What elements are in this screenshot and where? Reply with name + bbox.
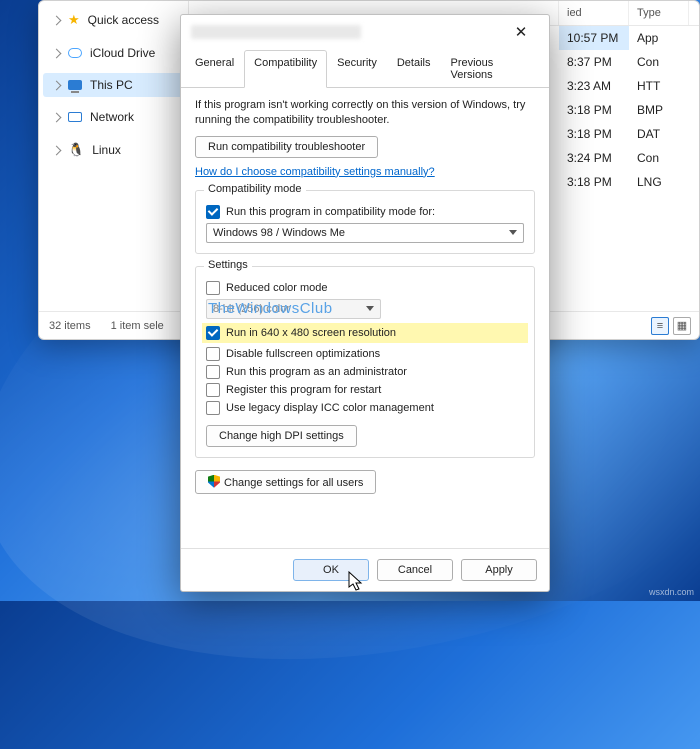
dialog-titlebar[interactable]: ✕ bbox=[181, 15, 549, 49]
chevron-right-icon bbox=[52, 145, 62, 155]
file-time: 3:18 PM bbox=[559, 170, 629, 194]
view-grid-icon[interactable]: ▦ bbox=[673, 317, 691, 335]
tab-compatibility[interactable]: Compatibility bbox=[244, 50, 327, 88]
run-troubleshooter-button[interactable]: Run compatibility troubleshooter bbox=[195, 136, 378, 158]
file-time: 8:37 PM bbox=[559, 50, 629, 74]
tab-previous-versions[interactable]: Previous Versions bbox=[440, 50, 545, 88]
chevron-right-icon bbox=[52, 112, 62, 122]
file-type: LNG bbox=[629, 170, 689, 194]
site-credit: wsxdn.com bbox=[649, 587, 694, 597]
star-icon: ★ bbox=[68, 12, 80, 28]
cancel-button[interactable]: Cancel bbox=[377, 559, 453, 581]
sidebar-item-linux[interactable]: 🐧 Linux bbox=[39, 137, 188, 163]
sidebar-item-quick-access[interactable]: ★ Quick access bbox=[39, 7, 188, 33]
compat-mode-value: Windows 98 / Windows Me bbox=[213, 227, 345, 239]
file-type: HTT bbox=[629, 74, 689, 98]
explorer-sidebar: ★ Quick access iCloud Drive This PC Netw… bbox=[39, 1, 189, 291]
file-type: App bbox=[629, 26, 689, 50]
reduced-color-checkbox[interactable] bbox=[206, 281, 220, 295]
col-date[interactable]: ied bbox=[559, 1, 629, 25]
chevron-down-icon bbox=[366, 306, 374, 311]
file-type: Con bbox=[629, 50, 689, 74]
properties-dialog: ✕ General Compatibility Security Details… bbox=[180, 14, 550, 592]
pc-icon bbox=[68, 80, 82, 90]
tab-general[interactable]: General bbox=[185, 50, 244, 88]
run-admin-checkbox[interactable] bbox=[206, 365, 220, 379]
run-640-checkbox[interactable] bbox=[206, 326, 220, 340]
chevron-down-icon bbox=[509, 230, 517, 235]
file-type: DAT bbox=[629, 122, 689, 146]
status-item-count: 32 items bbox=[49, 320, 91, 332]
compatibility-mode-group: Compatibility mode Run this program in c… bbox=[195, 190, 535, 254]
status-selection: 1 item sele bbox=[111, 320, 164, 332]
group-title: Compatibility mode bbox=[204, 183, 306, 195]
chevron-right-icon bbox=[52, 80, 62, 90]
file-time: 3:23 AM bbox=[559, 74, 629, 98]
legacy-icc-label: Use legacy display ICC color management bbox=[226, 402, 434, 414]
network-icon bbox=[68, 112, 82, 122]
all-users-label: Change settings for all users bbox=[224, 477, 363, 489]
cloud-icon bbox=[68, 48, 82, 58]
dialog-button-row: OK Cancel Apply bbox=[181, 548, 549, 591]
disable-fullscreen-label: Disable fullscreen optimizations bbox=[226, 348, 380, 360]
legacy-icc-checkbox[interactable] bbox=[206, 401, 220, 415]
col-type[interactable]: Type bbox=[629, 1, 689, 25]
sidebar-item-this-pc[interactable]: This PC bbox=[43, 73, 184, 97]
color-mode-select: 8-bit (256) color bbox=[206, 299, 381, 319]
file-type: Con bbox=[629, 146, 689, 170]
close-button[interactable]: ✕ bbox=[503, 18, 539, 46]
settings-group: Settings Reduced color mode 8-bit (256) … bbox=[195, 266, 535, 458]
register-restart-checkbox[interactable] bbox=[206, 383, 220, 397]
dialog-title-blurred bbox=[191, 25, 361, 39]
chevron-right-icon bbox=[52, 15, 62, 25]
compat-mode-label: Run this program in compatibility mode f… bbox=[226, 206, 435, 218]
manual-settings-link[interactable]: How do I choose compatibility settings m… bbox=[195, 166, 435, 178]
reduced-color-label: Reduced color mode bbox=[226, 282, 328, 294]
sidebar-item-icloud[interactable]: iCloud Drive bbox=[39, 41, 188, 65]
run-640-row-highlighted: Run in 640 x 480 screen resolution bbox=[202, 323, 528, 343]
group-title: Settings bbox=[204, 259, 252, 271]
compat-mode-select[interactable]: Windows 98 / Windows Me bbox=[206, 223, 524, 243]
file-type: BMP bbox=[629, 98, 689, 122]
linux-icon: 🐧 bbox=[68, 142, 84, 158]
change-all-users-button[interactable]: Change settings for all users bbox=[195, 470, 376, 494]
dialog-tabs: General Compatibility Security Details P… bbox=[181, 49, 549, 88]
sidebar-label: Linux bbox=[92, 143, 121, 157]
change-dpi-button[interactable]: Change high DPI settings bbox=[206, 425, 357, 447]
shield-icon bbox=[208, 475, 220, 488]
chevron-right-icon bbox=[52, 48, 62, 58]
file-time: 3:18 PM bbox=[559, 122, 629, 146]
apply-button[interactable]: Apply bbox=[461, 559, 537, 581]
run-640-label: Run in 640 x 480 screen resolution bbox=[226, 327, 396, 339]
sidebar-item-network[interactable]: Network bbox=[39, 105, 188, 129]
file-time: 3:24 PM bbox=[559, 146, 629, 170]
ok-button[interactable]: OK bbox=[293, 559, 369, 581]
register-restart-label: Register this program for restart bbox=[226, 384, 381, 396]
intro-text: If this program isn't working correctly … bbox=[195, 98, 535, 128]
tab-details[interactable]: Details bbox=[387, 50, 441, 88]
sidebar-label: iCloud Drive bbox=[90, 46, 155, 60]
sidebar-label: Quick access bbox=[88, 13, 159, 27]
sidebar-label: Network bbox=[90, 110, 134, 124]
disable-fullscreen-checkbox[interactable] bbox=[206, 347, 220, 361]
view-details-icon[interactable]: ≡ bbox=[651, 317, 669, 335]
run-admin-label: Run this program as an administrator bbox=[226, 366, 407, 378]
sidebar-label: This PC bbox=[90, 78, 133, 92]
color-mode-value: 8-bit (256) color bbox=[213, 303, 290, 315]
file-time: 10:57 PM bbox=[559, 26, 629, 50]
file-time: 3:18 PM bbox=[559, 98, 629, 122]
tab-security[interactable]: Security bbox=[327, 50, 387, 88]
compat-mode-checkbox[interactable] bbox=[206, 205, 220, 219]
